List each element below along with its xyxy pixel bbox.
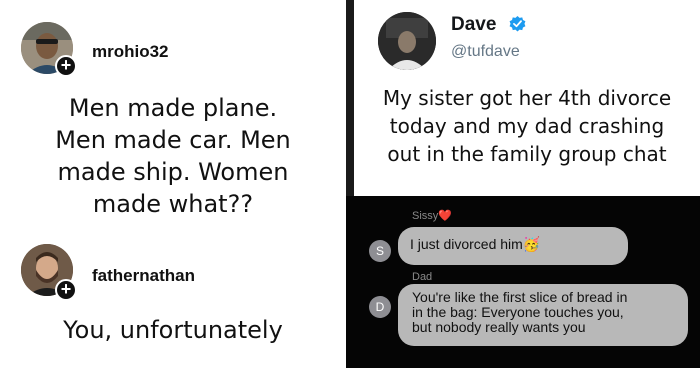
follow-plus-icon[interactable]: + [55, 279, 77, 301]
tweet-card: Dave @tufdave My sister got her 4th divo… [354, 0, 700, 196]
right-panel: Dave @tufdave My sister got her 4th divo… [346, 0, 700, 368]
message-sender: Sissy❤️ [412, 210, 452, 222]
post-text: You, unfortunately [63, 316, 283, 344]
post-username[interactable]: mrohio32 [92, 42, 169, 62]
contact-avatar[interactable]: S [369, 240, 391, 262]
contact-avatar[interactable]: D [369, 296, 391, 318]
left-panel: + mrohio32 Men made plane. Men made car.… [0, 0, 346, 368]
tweet-text: My sister got her 4th divorce today and … [382, 86, 672, 166]
post-text: Men made plane. Men made car. Men made s… [55, 94, 291, 218]
follow-plus-icon[interactable]: + [55, 55, 77, 77]
group-chat-screenshot: Sissy❤️ S I just divorced him🥳 Dad D You… [346, 196, 700, 368]
message-bubble: You're like the first slice of bread in … [398, 284, 688, 346]
message-sender: Dad [412, 271, 433, 283]
tweet-handle[interactable]: @tufdave [451, 43, 520, 61]
verified-badge-icon [509, 15, 526, 32]
post-username[interactable]: fathernathan [92, 266, 195, 286]
tweet-display-name[interactable]: Dave [451, 14, 496, 36]
tweet-avatar[interactable] [378, 12, 436, 70]
message-bubble: I just divorced him🥳 [398, 227, 628, 265]
